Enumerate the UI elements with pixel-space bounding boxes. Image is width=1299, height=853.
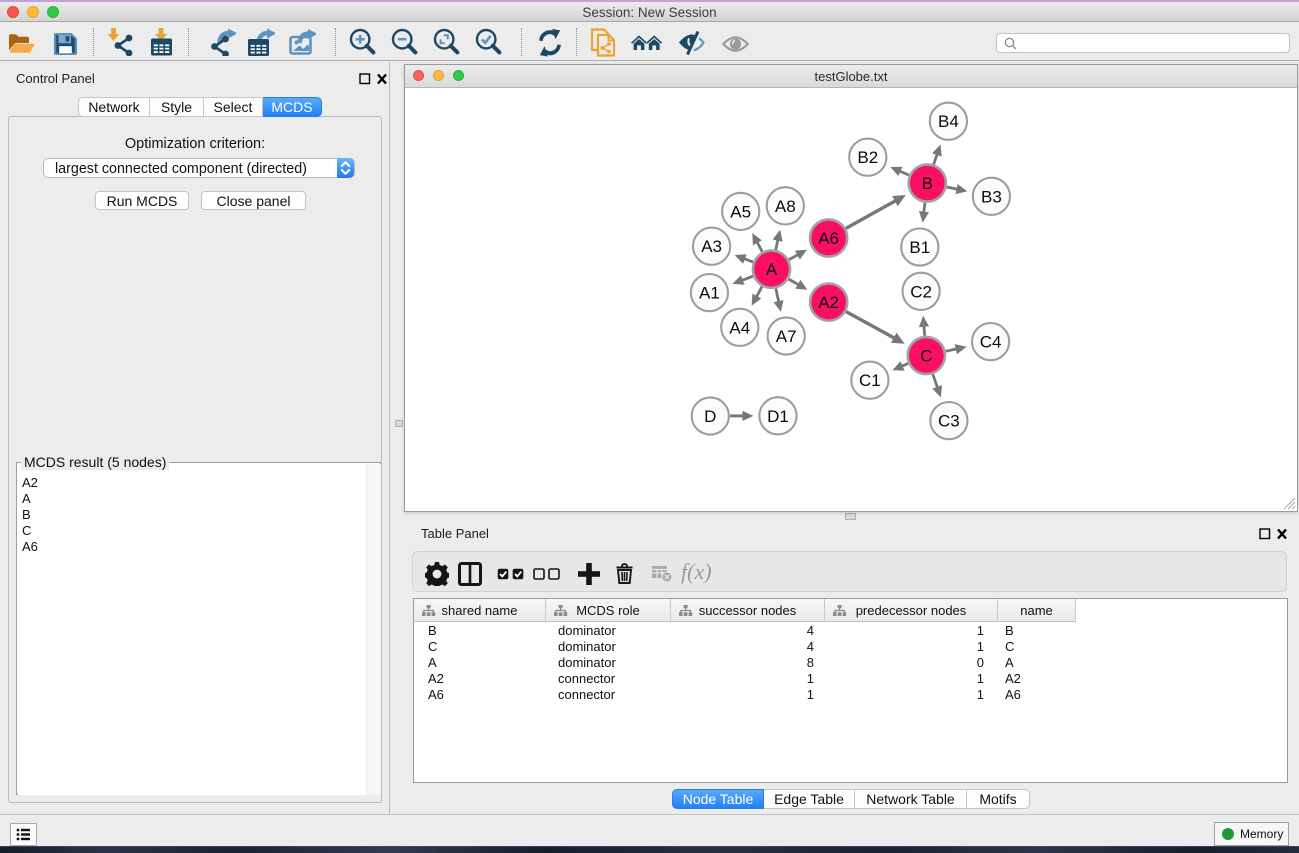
svg-text:B1: B1 [909, 238, 930, 257]
svg-text:A3: A3 [701, 237, 722, 256]
svg-text:A7: A7 [776, 327, 797, 346]
svg-text:C1: C1 [859, 371, 881, 390]
svg-text:A6: A6 [818, 229, 839, 248]
svg-text:B4: B4 [938, 112, 959, 131]
svg-text:B3: B3 [981, 187, 1002, 206]
svg-text:D: D [704, 407, 716, 426]
svg-text:B: B [922, 174, 933, 193]
svg-text:A8: A8 [775, 197, 796, 216]
svg-text:A4: A4 [729, 318, 750, 337]
svg-text:A: A [766, 260, 778, 279]
svg-text:C2: C2 [910, 282, 932, 301]
svg-text:A1: A1 [699, 284, 720, 303]
svg-text:D1: D1 [767, 407, 789, 426]
svg-text:A5: A5 [730, 202, 751, 221]
svg-text:C3: C3 [938, 412, 960, 431]
svg-text:C: C [920, 347, 932, 366]
svg-text:B2: B2 [857, 148, 878, 167]
svg-text:A2: A2 [818, 293, 839, 312]
svg-text:C4: C4 [980, 333, 1002, 352]
